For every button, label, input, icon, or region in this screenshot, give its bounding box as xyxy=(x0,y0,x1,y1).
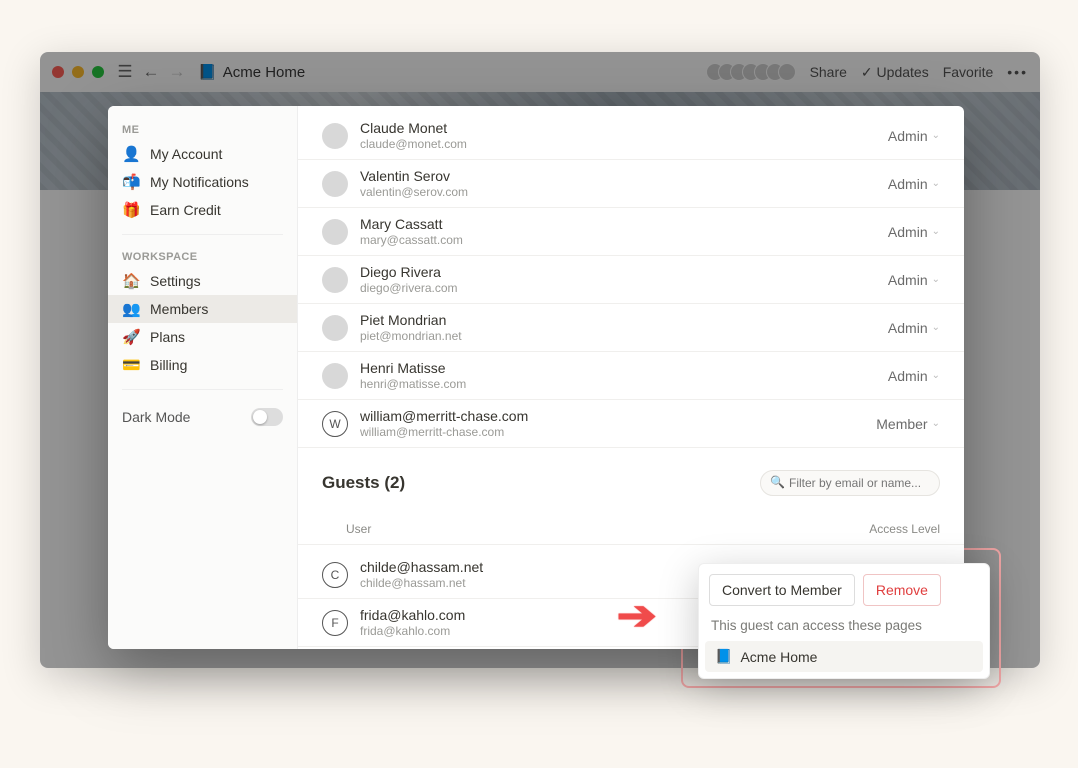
role-selector[interactable]: Member ⌄ xyxy=(876,416,940,432)
convert-to-member-button[interactable]: Convert to Member xyxy=(709,574,855,606)
member-email: william@merritt-chase.com xyxy=(360,425,876,439)
member-name: william@merritt-chase.com xyxy=(360,408,876,424)
sidebar-item-label: Plans xyxy=(150,329,185,345)
role-selector[interactable]: Admin ⌄ xyxy=(888,176,940,192)
role-selector[interactable]: Admin ⌄ xyxy=(888,128,940,144)
sidebar-item-label: Earn Credit xyxy=(150,202,221,218)
sidebar-item-icon: 📬 xyxy=(122,173,140,191)
chevron-down-icon: ⌄ xyxy=(932,274,940,285)
sidebar-item-icon: 👥 xyxy=(122,300,140,318)
member-name: Diego Rivera xyxy=(360,264,888,280)
avatar xyxy=(322,363,348,389)
sidebar-item-icon: 👤 xyxy=(122,145,140,163)
settings-sidebar: ME 👤 My Account 📬 My Notifications 🎁 Earn Cre… xyxy=(108,106,298,649)
sidebar-item-my-account[interactable]: 👤 My Account xyxy=(108,140,297,168)
member-email: diego@rivera.com xyxy=(360,281,888,295)
sidebar-item-label: My Account xyxy=(150,146,222,162)
avatar xyxy=(322,123,348,149)
guests-heading: Guests (2) xyxy=(322,473,405,493)
avatar xyxy=(322,219,348,245)
chevron-down-icon: ⌄ xyxy=(932,322,940,333)
sidebar-item-label: Settings xyxy=(150,273,201,289)
member-row: Mary Cassattmary@cassatt.comAdmin ⌄ xyxy=(298,208,964,256)
member-row: Claude Monetclaude@monet.comAdmin ⌄ xyxy=(298,106,964,160)
sidebar-item-icon: 🏠 xyxy=(122,272,140,290)
member-email: claude@monet.com xyxy=(360,137,888,151)
search-icon: 🔍 xyxy=(770,475,785,489)
th-access: Access Level xyxy=(869,522,940,536)
sidebar-item-icon: 🎁 xyxy=(122,201,140,219)
member-name: Claude Monet xyxy=(360,120,888,136)
chevron-down-icon: ⌄ xyxy=(932,418,940,429)
sidebar-item-icon: 🚀 xyxy=(122,328,140,346)
member-row: Diego Riveradiego@rivera.comAdmin ⌄ xyxy=(298,256,964,304)
chevron-down-icon: ⌄ xyxy=(932,130,940,141)
chevron-down-icon: ⌄ xyxy=(932,226,940,237)
sidebar-section-me: ME xyxy=(108,118,297,140)
avatar xyxy=(322,315,348,341)
sidebar-section-workspace: WORKSPACE xyxy=(108,245,297,267)
sidebar-item-icon: 💳 xyxy=(122,356,140,374)
member-name: Valentin Serov xyxy=(360,168,888,184)
member-email: piet@mondrian.net xyxy=(360,329,888,343)
sidebar-item-settings[interactable]: 🏠 Settings xyxy=(108,267,297,295)
page-name: Acme Home xyxy=(740,649,817,665)
guest-filter-input[interactable] xyxy=(760,470,940,496)
sidebar-item-members[interactable]: 👥 Members xyxy=(108,295,297,323)
member-name: Piet Mondrian xyxy=(360,312,888,328)
page-icon: 📘 xyxy=(715,648,732,665)
sidebar-item-plans[interactable]: 🚀 Plans xyxy=(108,323,297,351)
member-row: Valentin Serovvalentin@serov.comAdmin ⌄ xyxy=(298,160,964,208)
role-selector[interactable]: Admin ⌄ xyxy=(888,224,940,240)
role-selector[interactable]: Admin ⌄ xyxy=(888,272,940,288)
avatar xyxy=(322,267,348,293)
th-user: User xyxy=(346,522,371,536)
dark-mode-row: Dark Mode xyxy=(108,400,297,434)
sidebar-item-earn-credit[interactable]: 🎁 Earn Credit xyxy=(108,196,297,224)
sidebar-item-label: Billing xyxy=(150,357,187,373)
guest-access-popover: Convert to Member Remove This guest can … xyxy=(698,563,990,679)
avatar xyxy=(322,171,348,197)
sidebar-item-my-notifications[interactable]: 📬 My Notifications xyxy=(108,168,297,196)
accessible-page-item[interactable]: 📘 Acme Home xyxy=(705,641,983,672)
dark-mode-label: Dark Mode xyxy=(122,409,190,425)
role-selector[interactable]: Admin ⌄ xyxy=(888,368,940,384)
member-name: Henri Matisse xyxy=(360,360,888,376)
chevron-down-icon: ⌄ xyxy=(932,370,940,381)
dark-mode-toggle[interactable] xyxy=(251,408,283,426)
remove-guest-button[interactable]: Remove xyxy=(863,574,941,606)
avatar: W xyxy=(322,411,348,437)
member-name: Mary Cassatt xyxy=(360,216,888,232)
avatar: C xyxy=(322,562,348,588)
member-email: henri@matisse.com xyxy=(360,377,888,391)
member-row: Wwilliam@merritt-chase.comwilliam@merrit… xyxy=(298,400,964,448)
annotation-arrow-icon: ➔ xyxy=(617,593,657,639)
avatar: F xyxy=(322,610,348,636)
role-selector[interactable]: Admin ⌄ xyxy=(888,320,940,336)
sidebar-item-label: My Notifications xyxy=(150,174,249,190)
guest-table-header: User Access Level xyxy=(298,514,964,545)
member-email: mary@cassatt.com xyxy=(360,233,888,247)
guest-filter: 🔍 xyxy=(760,470,940,496)
member-row: Piet Mondrianpiet@mondrian.netAdmin ⌄ xyxy=(298,304,964,352)
chevron-down-icon: ⌄ xyxy=(932,178,940,189)
member-row: Henri Matissehenri@matisse.comAdmin ⌄ xyxy=(298,352,964,400)
sidebar-item-label: Members xyxy=(150,301,208,317)
member-email: valentin@serov.com xyxy=(360,185,888,199)
popover-caption: This guest can access these pages xyxy=(711,618,977,633)
sidebar-item-billing[interactable]: 💳 Billing xyxy=(108,351,297,379)
